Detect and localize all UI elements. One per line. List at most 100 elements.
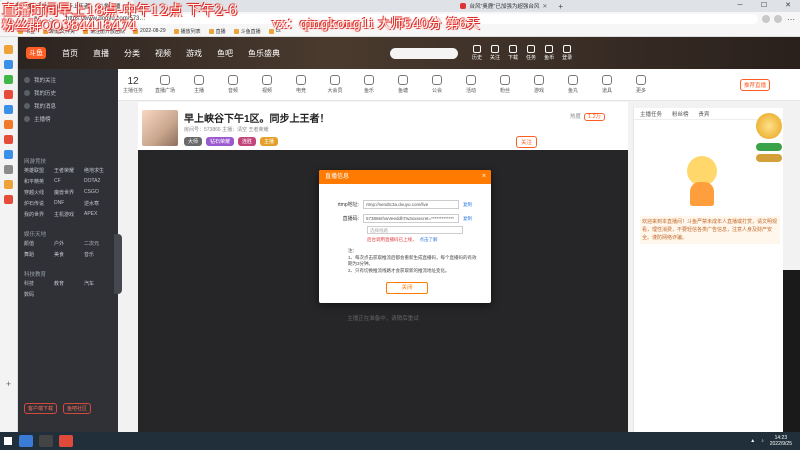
sidebar-link[interactable]: 二次元 bbox=[84, 240, 112, 247]
sidebar-link[interactable]: 穿越火线 bbox=[24, 189, 52, 196]
volume-icon[interactable]: ♪ bbox=[761, 438, 764, 444]
bookmark-item[interactable]: 2022-08-29 bbox=[133, 28, 166, 34]
clock[interactable]: 14:23 2022/9/25 bbox=[770, 435, 792, 447]
nav-item[interactable]: 首页 bbox=[62, 48, 78, 59]
tab-vip[interactable]: 贵宾 bbox=[699, 110, 710, 118]
task-counter[interactable]: 12 主播任务 bbox=[118, 76, 148, 94]
category-item[interactable]: 鱼乐 bbox=[352, 75, 386, 94]
category-item[interactable]: 主播 bbox=[182, 75, 216, 94]
rtmp-input[interactable]: rtmp://sendtc3a.douyu.com/live bbox=[363, 200, 459, 209]
site-search-input[interactable] bbox=[390, 47, 458, 59]
header-download[interactable]: 下载 bbox=[508, 45, 518, 61]
nav-item[interactable]: 分类 bbox=[124, 48, 140, 59]
sidebar-link[interactable]: 教育 bbox=[54, 280, 82, 287]
game-icon[interactable] bbox=[4, 120, 13, 129]
category-item[interactable]: 音频 bbox=[216, 75, 250, 94]
sidebar-link[interactable]: 科技 bbox=[24, 280, 52, 287]
follow-button[interactable]: 关注 bbox=[516, 136, 538, 148]
header-login[interactable]: 登录 bbox=[562, 45, 572, 61]
download-icon[interactable] bbox=[4, 150, 13, 159]
windows-start-icon[interactable] bbox=[0, 432, 16, 450]
sidebar-link[interactable]: DNF bbox=[54, 200, 82, 207]
category-item[interactable]: 粉丝 bbox=[488, 75, 522, 94]
wallet-icon[interactable] bbox=[4, 180, 13, 189]
sidebar-link[interactable]: DOTA2 bbox=[84, 178, 112, 185]
sidebar-item[interactable]: 我的消息 bbox=[18, 99, 118, 112]
nav-item[interactable]: 鱼吧 bbox=[217, 48, 233, 59]
nav-item[interactable]: 直播 bbox=[93, 48, 109, 59]
header-history[interactable]: 历史 bbox=[472, 45, 482, 61]
category-item[interactable]: 视频 bbox=[250, 75, 284, 94]
bookmark-item[interactable]: 斗鱼直播 bbox=[233, 28, 261, 35]
sidebar-link[interactable]: 数码 bbox=[24, 291, 52, 298]
network-icon[interactable]: ▲ bbox=[750, 438, 755, 444]
copy-key-button[interactable]: 复制 bbox=[463, 216, 472, 222]
sidebar-link[interactable]: 舞蹈 bbox=[24, 251, 52, 258]
tools-icon[interactable] bbox=[4, 195, 13, 204]
mail-icon[interactable] bbox=[4, 60, 13, 69]
header-task[interactable]: 任务 bbox=[526, 45, 536, 61]
recommend-button[interactable]: 推荐直播 bbox=[739, 78, 770, 91]
sidebar-link[interactable]: 王者荣耀 bbox=[54, 167, 82, 174]
close-button[interactable]: 关闭 bbox=[386, 282, 428, 294]
category-item[interactable]: 更多 bbox=[624, 75, 658, 94]
menu-icon[interactable]: ⋯ bbox=[786, 15, 796, 24]
browser-tab[interactable]: 台风"奥鹿"已加强为超强台风 ✕ bbox=[454, 0, 553, 12]
search-icon[interactable] bbox=[19, 435, 33, 447]
bookmark-item[interactable]: 播放列表 bbox=[173, 28, 201, 35]
nav-item[interactable]: 鱼乐盛典 bbox=[248, 48, 280, 59]
minimize-icon[interactable]: ─ bbox=[728, 0, 752, 12]
profile-icon[interactable] bbox=[774, 15, 782, 23]
category-item[interactable]: 公会 bbox=[420, 75, 454, 94]
sidebar-link[interactable]: 英雄联盟 bbox=[24, 167, 52, 174]
sidebar-link[interactable]: 和平精英 bbox=[24, 178, 52, 185]
obs-app-icon[interactable] bbox=[39, 435, 53, 447]
add-icon[interactable]: + bbox=[4, 380, 13, 389]
category-item[interactable]: 道具 bbox=[590, 75, 624, 94]
calendar-icon[interactable] bbox=[4, 105, 13, 114]
category-item[interactable]: 直播广场 bbox=[148, 75, 182, 94]
video-icon[interactable] bbox=[4, 135, 13, 144]
sidebar-item[interactable]: 我的历史 bbox=[18, 86, 118, 99]
sidebar-link[interactable]: APEX bbox=[84, 211, 112, 218]
tab-fans[interactable]: 粉丝榜 bbox=[672, 110, 689, 118]
history-icon[interactable] bbox=[4, 165, 13, 174]
sidebar-collapse-handle[interactable] bbox=[114, 234, 122, 294]
notes-icon[interactable] bbox=[4, 90, 13, 99]
sidebar-link[interactable]: 颜值 bbox=[24, 240, 52, 247]
sidebar-link[interactable]: 户外 bbox=[54, 240, 82, 247]
category-item[interactable]: 鱼塘 bbox=[386, 75, 420, 94]
maximize-icon[interactable]: ☐ bbox=[752, 0, 776, 12]
tab-task[interactable]: 主播任务 bbox=[640, 110, 662, 118]
close-window-icon[interactable]: ✕ bbox=[776, 0, 800, 12]
copy-rtmp-button[interactable]: 复制 bbox=[463, 202, 472, 208]
extension-icon[interactable] bbox=[762, 15, 770, 23]
category-item[interactable]: 游戏 bbox=[522, 75, 556, 94]
favorites-icon[interactable] bbox=[4, 45, 13, 54]
sidebar-link[interactable]: 逆水寒 bbox=[84, 200, 112, 207]
sidebar-link[interactable]: CF bbox=[54, 178, 82, 185]
nav-item[interactable]: 游戏 bbox=[186, 48, 202, 59]
nav-item[interactable]: 视频 bbox=[155, 48, 171, 59]
community-button[interactable]: 鱼吧社区 bbox=[63, 403, 92, 414]
category-item[interactable]: 鱼丸 bbox=[556, 75, 590, 94]
sidebar-link[interactable]: 美食 bbox=[54, 251, 82, 258]
avatar[interactable] bbox=[142, 110, 178, 146]
new-tab-icon[interactable]: + bbox=[553, 2, 568, 11]
client-download-button[interactable]: 客户端下载 bbox=[24, 403, 58, 414]
sidebar-link[interactable]: 绝地求生 bbox=[84, 167, 112, 174]
category-item[interactable]: 电竞 bbox=[284, 75, 318, 94]
sidebar-link[interactable]: 汽车 bbox=[84, 280, 112, 287]
sidebar-link[interactable]: 我的世界 bbox=[24, 211, 52, 218]
sidebar-item[interactable]: 主播榜 bbox=[18, 112, 118, 125]
site-logo[interactable]: 斗鱼 bbox=[26, 47, 46, 59]
browser-app-icon[interactable] bbox=[59, 435, 73, 447]
sidebar-link[interactable]: 魔兽世界 bbox=[54, 189, 82, 196]
category-item[interactable]: 大会员 bbox=[318, 75, 352, 94]
bookmark-item[interactable]: 直播 bbox=[208, 28, 226, 35]
sidebar-link[interactable]: 主机游戏 bbox=[54, 211, 82, 218]
floating-badge[interactable] bbox=[756, 113, 784, 185]
sidebar-link[interactable]: 炉石传说 bbox=[24, 200, 52, 207]
sidebar-link[interactable]: 音乐 bbox=[84, 251, 112, 258]
line-select[interactable]: 选择线路 bbox=[367, 226, 463, 234]
